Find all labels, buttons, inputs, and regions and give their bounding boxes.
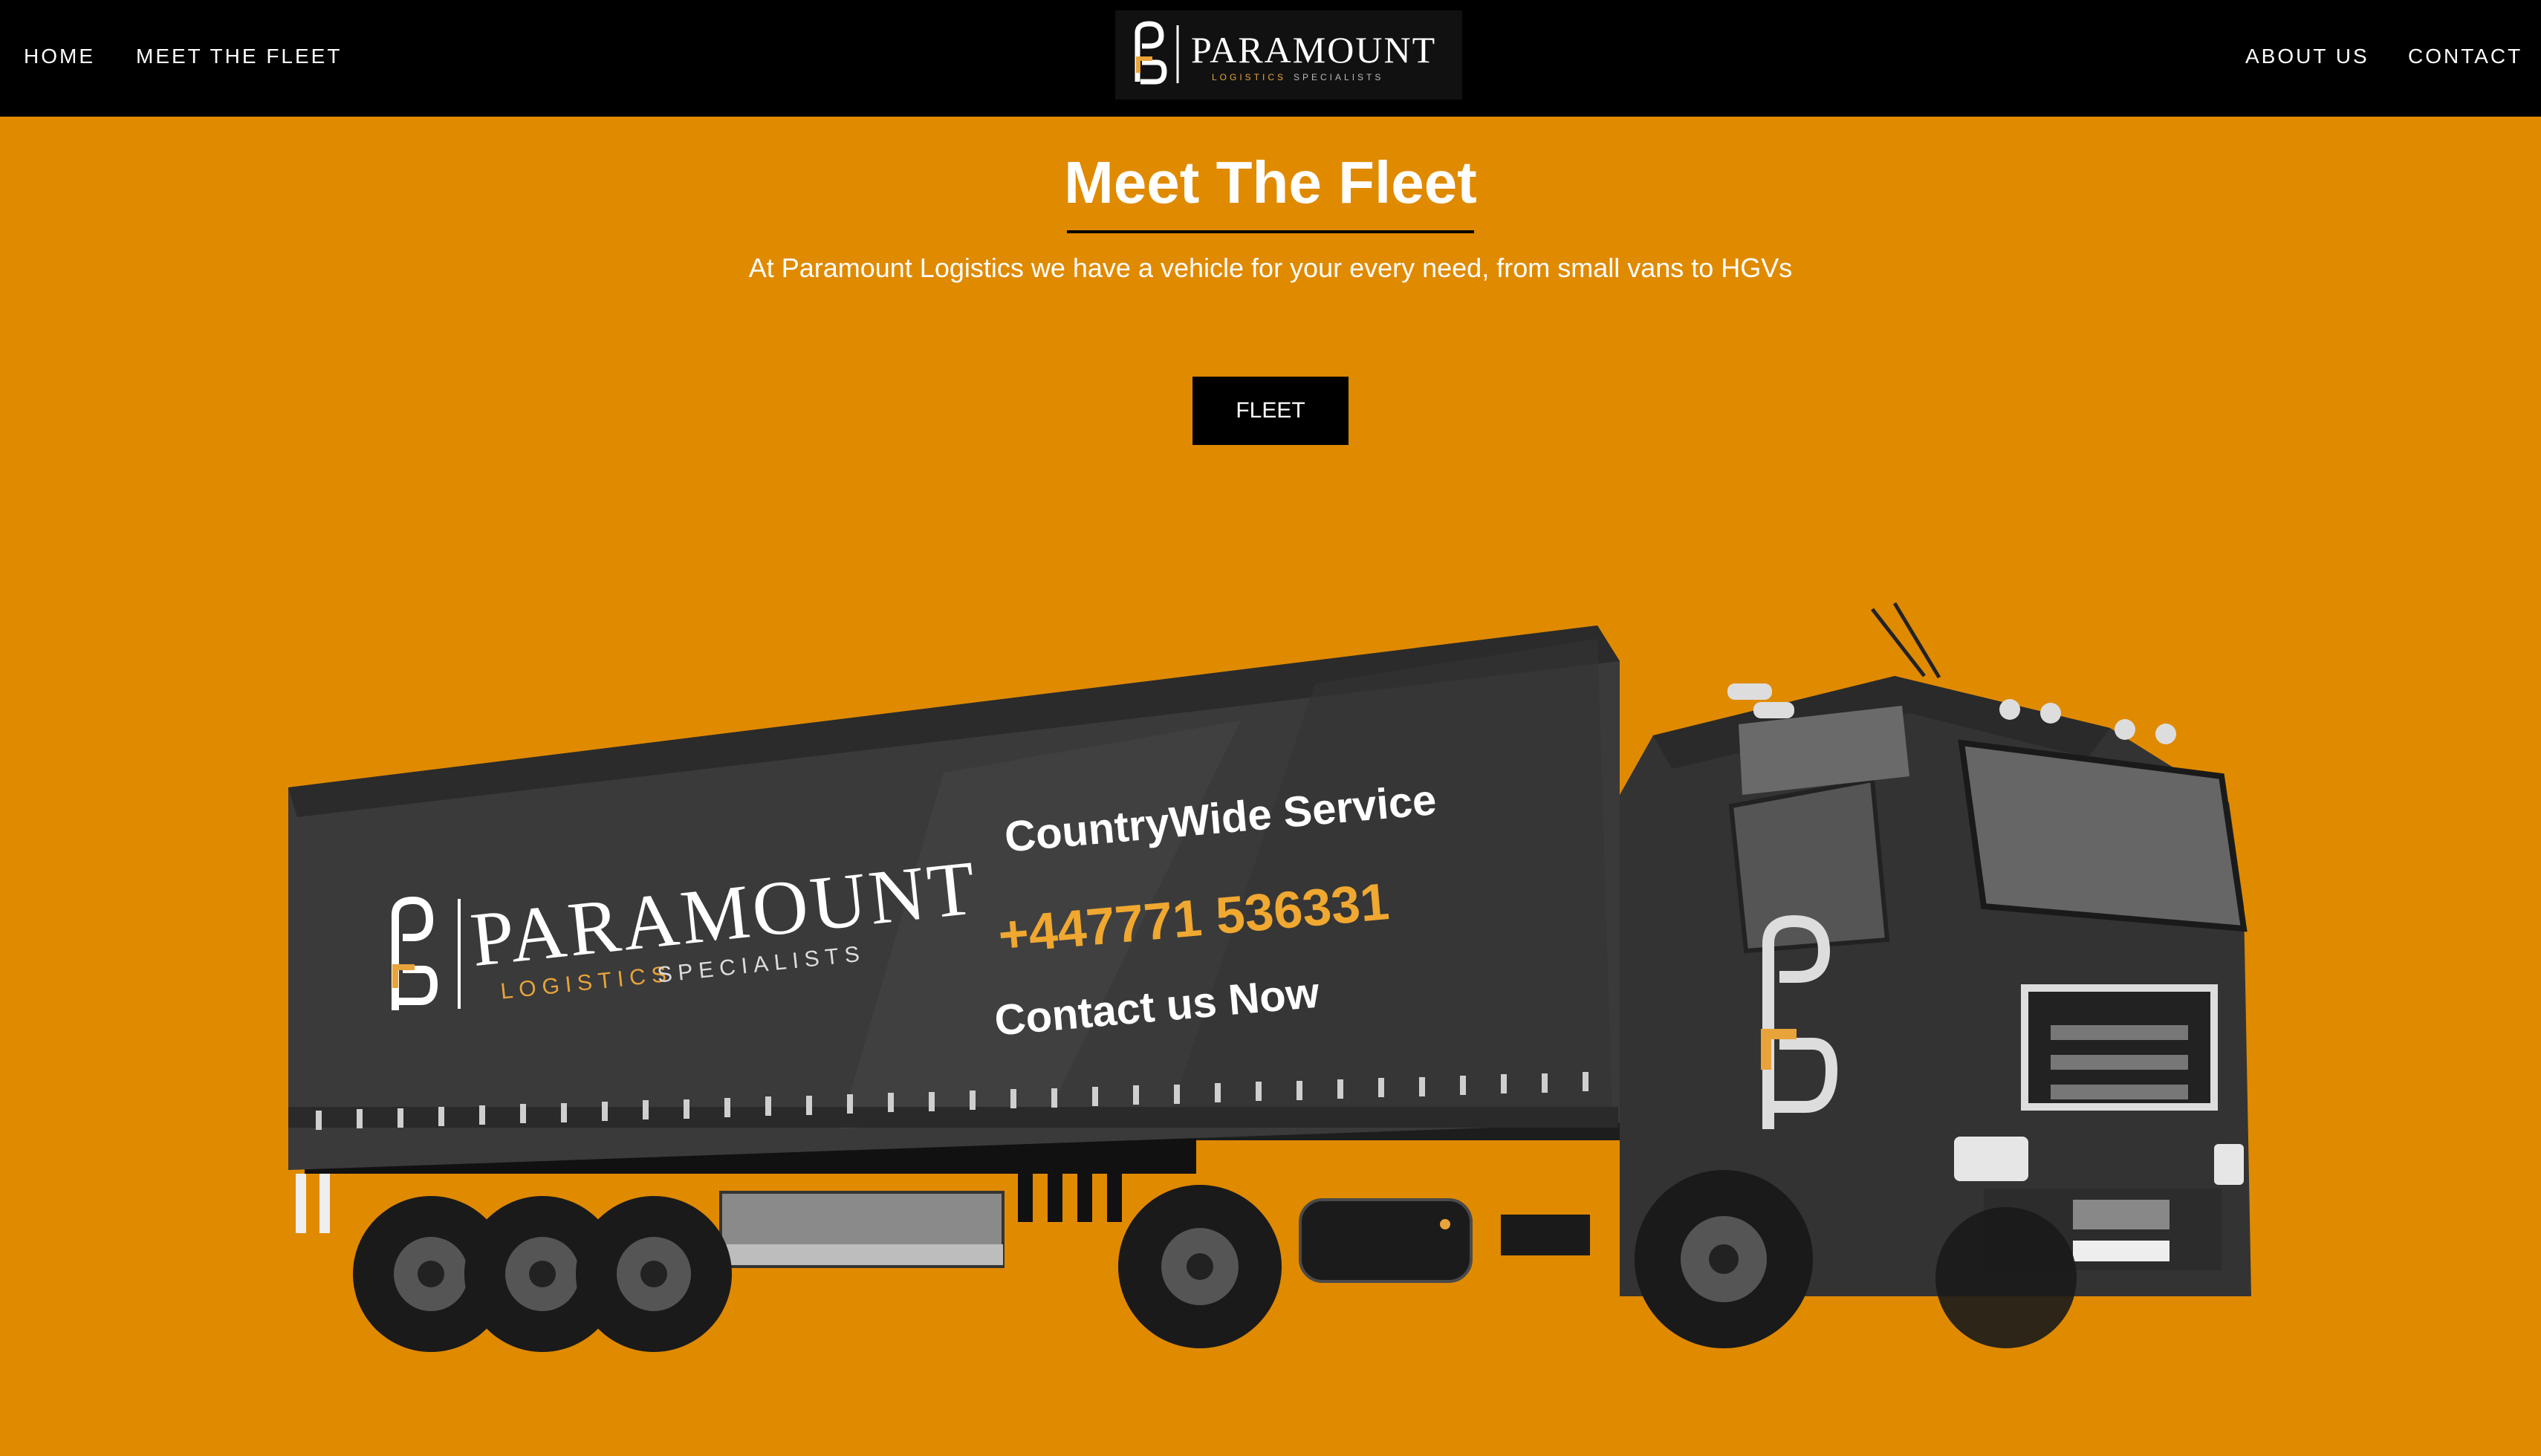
truck-image: PARAMOUNT LOGISTICS SPECIALISTS CountryW…: [288, 602, 2251, 1352]
logo-wordmark: PARAMOUNT: [1191, 29, 1436, 71]
logo-tagline-1: LOGISTICS: [1212, 72, 1286, 82]
page-title: Meet The Fleet: [1064, 149, 1477, 215]
ps-monogram-icon: [1135, 21, 1167, 85]
page-subtitle: At Paramount Logistics we have a vehicle…: [748, 253, 1793, 283]
title-underline: [1067, 230, 1474, 233]
top-navigation: HOME MEET THE FLEET PARAMOUNT LOGISTICS …: [0, 0, 2541, 117]
logo-tagline-2: SPECIALISTS: [1294, 72, 1383, 82]
nav-contact[interactable]: CONTACT: [2408, 42, 2522, 71]
fleet-button[interactable]: FLEET: [1192, 377, 1349, 445]
nav-home[interactable]: HOME: [24, 42, 95, 71]
nav-about-us[interactable]: ABOUT US: [2245, 42, 2369, 71]
brand-logo[interactable]: PARAMOUNT LOGISTICS SPECIALISTS: [1115, 10, 1462, 100]
nav-meet-the-fleet[interactable]: MEET THE FLEET: [136, 42, 342, 71]
